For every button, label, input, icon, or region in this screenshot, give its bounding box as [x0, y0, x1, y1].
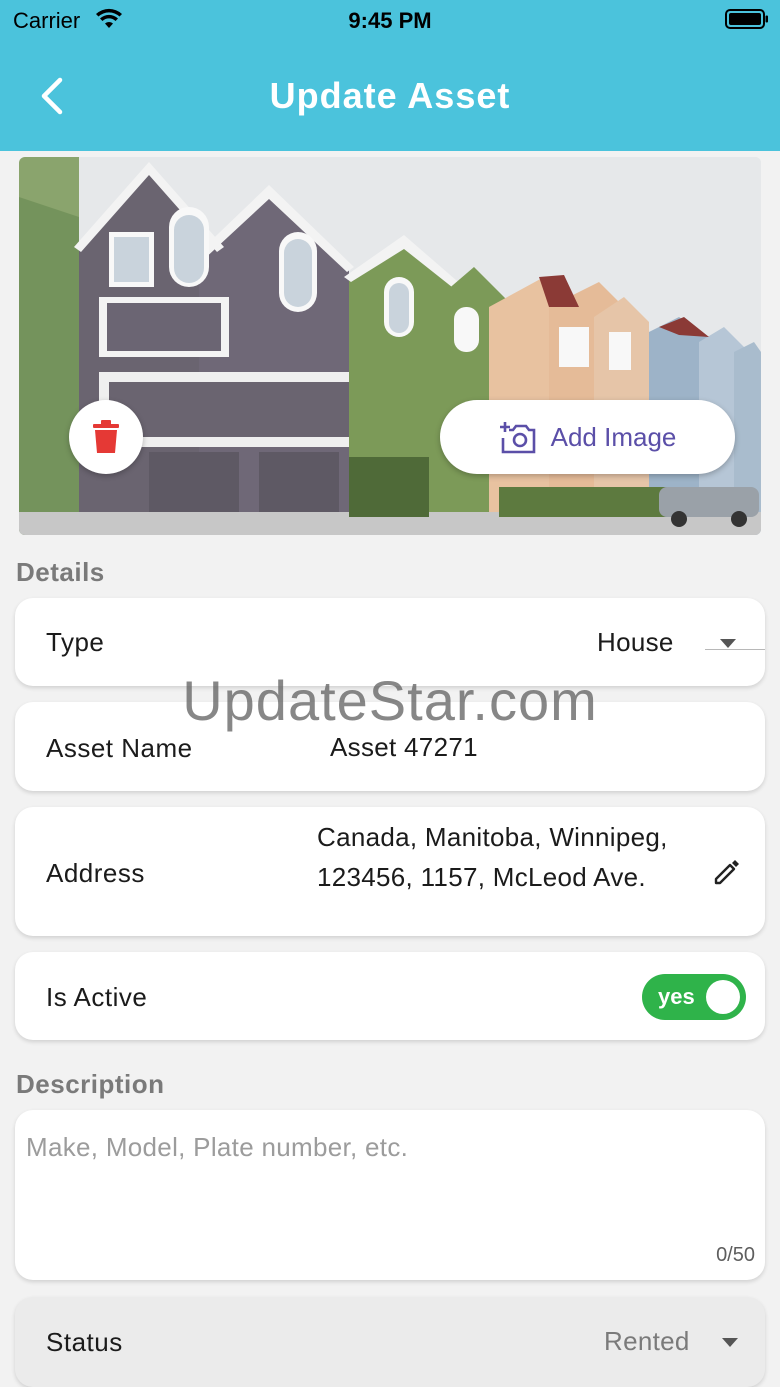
add-image-label: Add Image	[550, 421, 677, 452]
details-section-label: Details	[16, 557, 105, 587]
battery-icon	[725, 9, 768, 29]
address-value: Canada, Manitoba, Winnipeg, 123456, 1157…	[317, 822, 668, 892]
type-underline	[705, 649, 765, 650]
is-active-label: Is Active	[46, 982, 148, 1012]
add-image-button[interactable]: Add Image	[440, 400, 735, 474]
toggle-yes-label: yes	[658, 984, 695, 1009]
address-field[interactable]: Address Canada, Manitoba, Winnipeg, 1234…	[15, 807, 765, 936]
asset-photo	[19, 157, 761, 535]
trash-icon	[93, 420, 119, 453]
watermark: UpdateStar.com	[182, 669, 598, 732]
app-bar: Carrier 9:45 PM Update Asset	[0, 0, 780, 151]
status-label: Status	[46, 1327, 123, 1357]
townhouses-image	[19, 157, 761, 535]
page-title: Update Asset	[269, 75, 511, 116]
description-placeholder: Make, Model, Plate number, etc.	[26, 1132, 409, 1162]
status-field[interactable]: Status Rented	[15, 1297, 765, 1387]
clock: 9:45 PM	[348, 8, 432, 33]
delete-image-button[interactable]	[69, 400, 143, 474]
asset-name-label: Asset Name	[46, 733, 193, 763]
is-active-toggle[interactable]: yes	[642, 974, 746, 1020]
asset-name-value: Asset 47271	[330, 732, 478, 762]
edit-pencil-icon[interactable]	[712, 857, 742, 887]
add-photo-icon	[499, 422, 535, 454]
description-char-counter: 0/50	[716, 1244, 755, 1266]
address-label: Address	[46, 858, 145, 888]
status-dropdown-arrow-icon	[722, 1338, 738, 1347]
type-value: House	[597, 627, 674, 657]
type-label: Type	[46, 627, 105, 657]
toggle-knob	[706, 980, 740, 1014]
description-section-label: Description	[16, 1069, 165, 1099]
status-value: Rented	[604, 1326, 690, 1356]
status-bar: Carrier 9:45 PM	[0, 0, 780, 40]
description-input[interactable]: Make, Model, Plate number, etc. 0/50	[15, 1110, 765, 1280]
